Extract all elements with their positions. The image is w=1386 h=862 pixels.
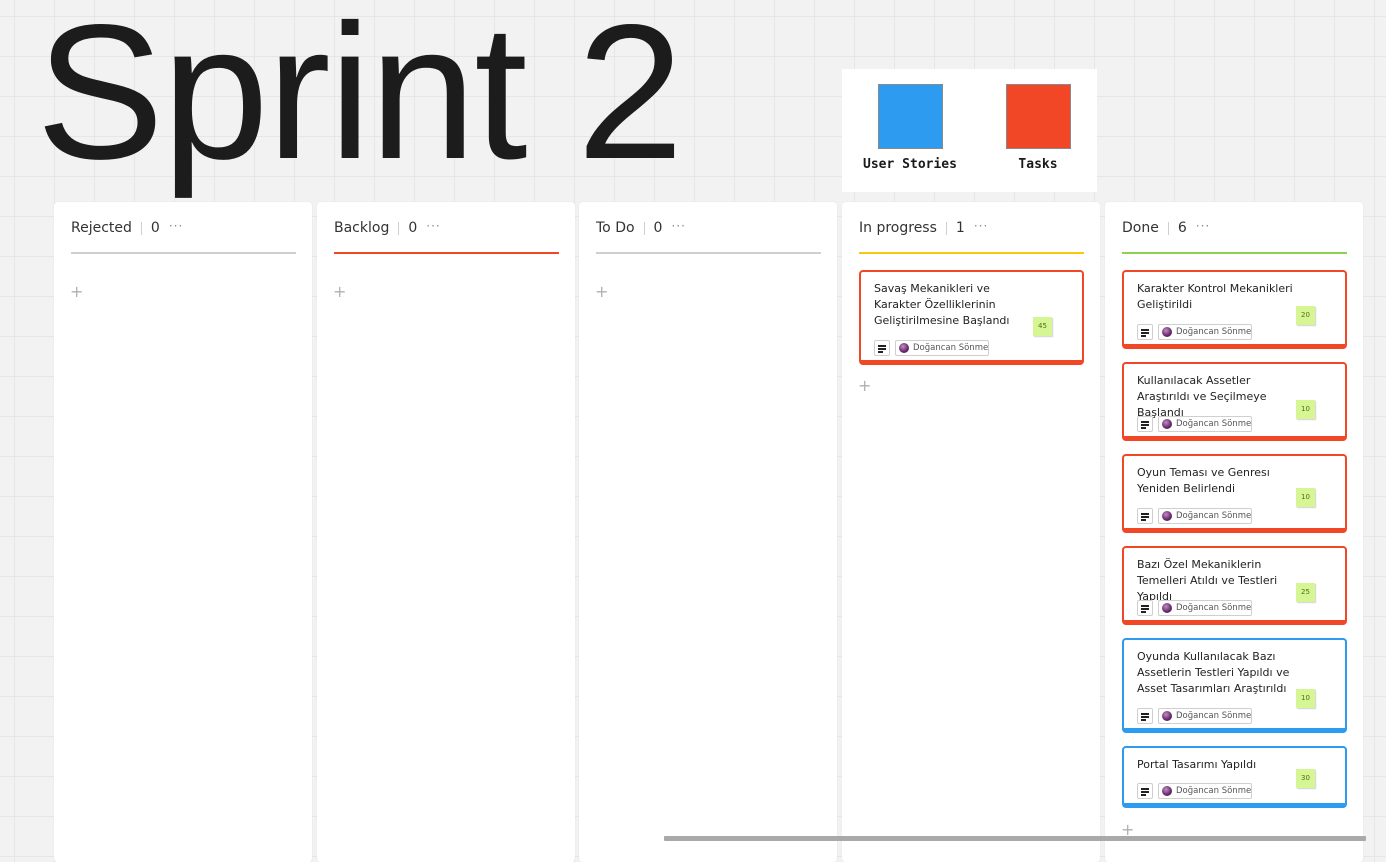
avatar (1162, 711, 1172, 721)
column-count: 1 (955, 220, 965, 236)
card-meta: Doğancan Sönmez (1137, 508, 1252, 524)
column-count: 6 (1177, 220, 1187, 236)
assignee-chip[interactable]: Doğancan Sönmez (1158, 508, 1252, 524)
avatar (1162, 603, 1172, 613)
assignee-name: Doğancan Sönmez (1176, 419, 1252, 429)
column-backlog[interactable]: Backlog 0 ··· + (317, 202, 575, 862)
card-title: Savaş Mekanikleri ve Karakter Özellikler… (874, 282, 1010, 327)
assignee-name: Doğancan Sönmez (1176, 786, 1252, 796)
column-header: Backlog 0 ··· (334, 220, 559, 254)
description-icon[interactable] (1137, 708, 1153, 724)
card-title: Oyunda Kullanılacak Bazı Assetlerin Test… (1137, 650, 1290, 695)
more-options-icon[interactable]: ··· (169, 220, 183, 232)
legend-label: Tasks (1018, 157, 1058, 172)
legend-label: User Stories (863, 157, 957, 172)
more-options-icon[interactable]: ··· (1196, 220, 1210, 232)
estimate-sticky-note[interactable]: 10 (1296, 400, 1315, 419)
column-title[interactable]: In progress (859, 220, 937, 236)
column-title[interactable]: Done (1122, 220, 1159, 236)
assignee-chip[interactable]: Doğancan Sönmez (1158, 783, 1252, 799)
description-icon[interactable] (1137, 324, 1153, 340)
column-header: Rejected 0 ··· (71, 220, 296, 254)
divider (1167, 222, 1169, 235)
estimate-sticky-note[interactable]: 45 (1033, 317, 1052, 336)
column-done[interactable]: Done 6 ··· Karakter Kontrol Mekanikleri … (1105, 202, 1363, 862)
assignee-name: Doğancan Sönmez (1176, 603, 1252, 613)
estimate-sticky-note[interactable]: 10 (1296, 488, 1315, 507)
user-story-card[interactable]: Oyunda Kullanılacak Bazı Assetlerin Test… (1122, 638, 1347, 733)
column-in-progress[interactable]: In progress 1 ··· Savaş Mekanikleri ve K… (842, 202, 1100, 862)
more-options-icon[interactable]: ··· (974, 220, 988, 232)
card-meta: Doğancan Sönmez (1137, 783, 1252, 799)
task-card[interactable]: Bazı Özel Mekaniklerin Temelleri Atıldı … (1122, 546, 1347, 625)
description-icon[interactable] (874, 340, 890, 356)
divider (643, 222, 645, 235)
avatar (1162, 511, 1172, 521)
assignee-chip[interactable]: Doğancan Sönmez (1158, 416, 1252, 432)
card-title: Karakter Kontrol Mekanikleri Geliştirild… (1137, 282, 1293, 311)
assignee-name: Doğancan Sönmez (1176, 511, 1252, 521)
add-card-button[interactable]: + (595, 284, 608, 300)
assignee-name: Doğancan Sönmez (1176, 711, 1252, 721)
column-rejected[interactable]: Rejected 0 ··· + (54, 202, 312, 862)
column-header: To Do 0 ··· (596, 220, 821, 254)
column-title[interactable]: Backlog (334, 220, 389, 236)
column-header: Done 6 ··· (1122, 220, 1347, 254)
legend[interactable]: User Stories Tasks (842, 69, 1097, 192)
column-header: In progress 1 ··· (859, 220, 1084, 254)
assignee-chip[interactable]: Doğancan Sönmez (1158, 324, 1252, 340)
description-icon[interactable] (1137, 600, 1153, 616)
estimate-sticky-note[interactable]: 25 (1296, 583, 1315, 602)
estimate-sticky-note[interactable]: 20 (1296, 306, 1315, 325)
card-meta: Doğancan Sönmez (1137, 708, 1252, 724)
assignee-name: Doğancan Sönmez (1176, 327, 1252, 337)
board-title[interactable]: Sprint 2 (36, 0, 684, 188)
assignee-chip[interactable]: Doğancan Sönmez (1158, 708, 1252, 724)
avatar (1162, 327, 1172, 337)
legend-swatch-user-stories (877, 84, 943, 149)
horizontal-scrollbar[interactable] (664, 836, 1366, 841)
column-count: 0 (150, 220, 160, 236)
card-title: Oyun Teması ve Genresı Yeniden Belirlend… (1137, 466, 1270, 495)
add-card-button[interactable]: + (70, 284, 83, 300)
description-icon[interactable] (1137, 783, 1153, 799)
card-title: Portal Tasarımı Yapıldı (1137, 758, 1257, 771)
avatar (899, 343, 909, 353)
estimate-sticky-note[interactable]: 30 (1296, 769, 1315, 788)
legend-item-tasks[interactable]: Tasks (978, 84, 1098, 172)
column-count: 0 (653, 220, 663, 236)
card-meta: Doğancan Sönmez (1137, 600, 1252, 616)
divider (140, 222, 142, 235)
legend-swatch-tasks (1005, 84, 1071, 149)
estimate-sticky-note[interactable]: 10 (1296, 689, 1315, 708)
avatar (1162, 786, 1172, 796)
column-to-do[interactable]: To Do 0 ··· + (579, 202, 837, 862)
task-card[interactable]: Karakter Kontrol Mekanikleri Geliştirild… (1122, 270, 1347, 349)
assignee-chip[interactable]: Doğancan Sönmez (895, 340, 989, 356)
task-card[interactable]: Kullanılacak Assetler Araştırıldı ve Seç… (1122, 362, 1347, 441)
task-card[interactable]: Savaş Mekanikleri ve Karakter Özellikler… (859, 270, 1084, 365)
avatar (1162, 419, 1172, 429)
card-meta: Doğancan Sönmez (874, 340, 989, 356)
more-options-icon[interactable]: ··· (426, 220, 440, 232)
card-meta: Doğancan Sönmez (1137, 416, 1252, 432)
divider (945, 222, 947, 235)
user-story-card[interactable]: Portal Tasarımı Yapıldı Doğancan Sönmez … (1122, 746, 1347, 808)
assignee-chip[interactable]: Doğancan Sönmez (1158, 600, 1252, 616)
column-count: 0 (408, 220, 418, 236)
add-card-button[interactable]: + (858, 378, 871, 394)
divider (398, 222, 400, 235)
assignee-name: Doğancan Sönmez (913, 343, 989, 353)
column-title[interactable]: To Do (596, 220, 635, 236)
task-card[interactable]: Oyun Teması ve Genresı Yeniden Belirlend… (1122, 454, 1347, 533)
description-icon[interactable] (1137, 508, 1153, 524)
card-title: Kullanılacak Assetler Araştırıldı ve Seç… (1137, 374, 1267, 419)
description-icon[interactable] (1137, 416, 1153, 432)
more-options-icon[interactable]: ··· (671, 220, 685, 232)
add-card-button[interactable]: + (333, 284, 346, 300)
legend-item-user-stories[interactable]: User Stories (850, 84, 970, 172)
card-meta: Doğancan Sönmez (1137, 324, 1252, 340)
card-title: Bazı Özel Mekaniklerin Temelleri Atıldı … (1137, 558, 1278, 603)
column-title[interactable]: Rejected (71, 220, 132, 236)
